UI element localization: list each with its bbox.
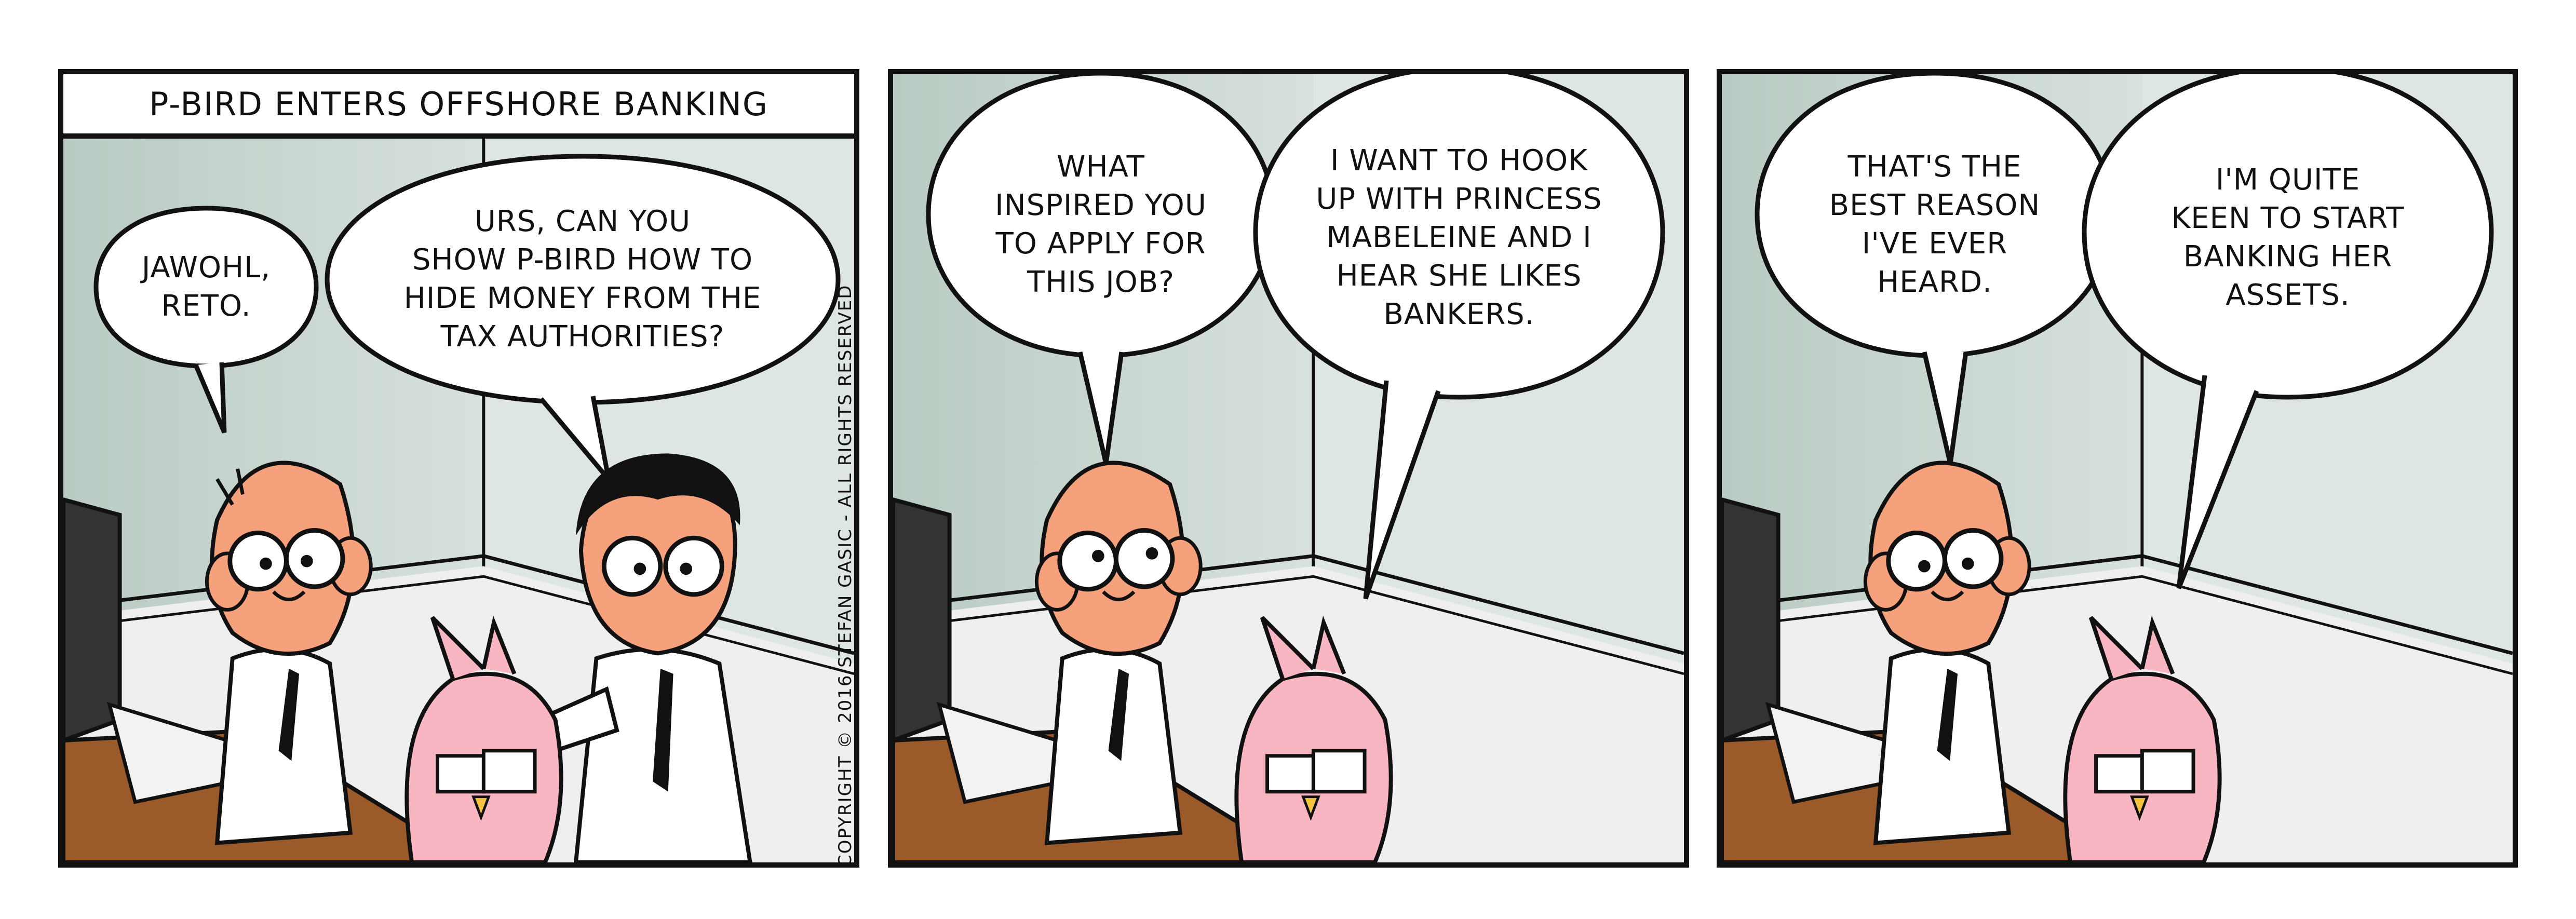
comic-panel-1: P-BIRD ENTERS OFFSHORE BANKING JAWOHL, R… bbox=[58, 69, 859, 868]
speech-text: THAT'S THE BEST REASON I'VE EVER HEARD. bbox=[1829, 150, 2041, 299]
speech-text: URS, CAN YOU SHOW P-BIRD HOW TO HIDE MON… bbox=[403, 205, 762, 354]
strip-title: P-BIRD ENTERS OFFSHORE BANKING bbox=[149, 85, 768, 123]
speech-bubble-urs: URS, CAN YOU SHOW P-BIRD HOW TO HIDE MON… bbox=[323, 152, 842, 488]
comic-strip: P-BIRD ENTERS OFFSHORE BANKING JAWOHL, R… bbox=[0, 0, 2576, 919]
strip-title-box: P-BIRD ENTERS OFFSHORE BANKING bbox=[63, 74, 854, 139]
copyright-notice: COPYRIGHT © 2016 STEFAN GASIC - ALL RIGH… bbox=[835, 284, 856, 867]
speech-bubble-keen: I'M QUITE KEEN TO START BANKING HER ASSE… bbox=[2080, 74, 2496, 589]
speech-text: I WANT TO HOOK UP WITH PRINCESS MABELEIN… bbox=[1316, 144, 1602, 331]
speech-bubble-what-inspired: WHAT INSPIRED YOU TO APPLY FOR THIS JOB? bbox=[924, 74, 1277, 465]
speech-bubble-hook-up: I WANT TO HOOK UP WITH PRINCESS MABELEIN… bbox=[1251, 74, 1667, 600]
speech-bubble-best-reason: THAT'S THE BEST REASON I'VE EVER HEARD. bbox=[1753, 74, 2116, 465]
comic-panel-2: WHAT INSPIRED YOU TO APPLY FOR THIS JOB?… bbox=[888, 69, 1689, 868]
speech-text: WHAT INSPIRED YOU TO APPLY FOR THIS JOB? bbox=[995, 150, 1207, 299]
speech-text: I'M QUITE KEEN TO START BANKING HER ASSE… bbox=[2171, 163, 2405, 312]
comic-panel-3: THAT'S THE BEST REASON I'VE EVER HEARD. … bbox=[1717, 69, 2518, 868]
speech-text: JAWOHL, RETO. bbox=[141, 251, 271, 323]
speech-bubble-jawohl: JAWOHL, RETO. bbox=[92, 204, 320, 434]
